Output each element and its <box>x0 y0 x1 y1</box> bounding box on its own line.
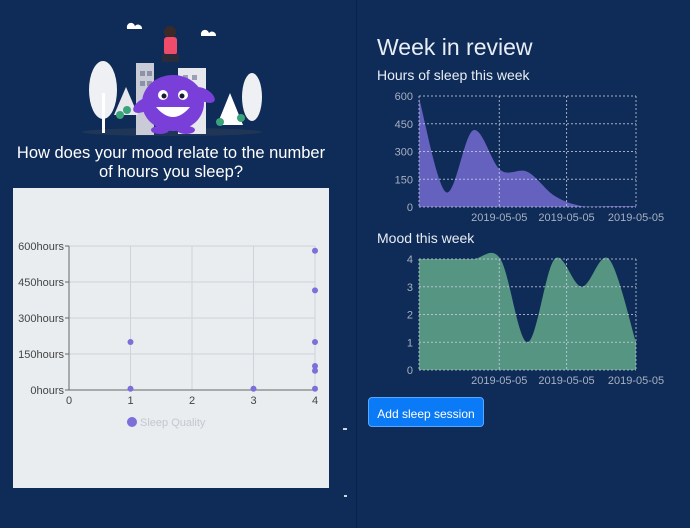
sleep-chart-x-tick-label: 2019-05-05 <box>471 212 527 224</box>
corner-mark <box>344 495 347 497</box>
mood-chart-y-tick-label: 2 <box>407 310 413 322</box>
scatter-x-tick-label: 1 <box>127 395 133 407</box>
hero-illustration <box>82 22 262 136</box>
mood-chart-x-tick-label: 2019-05-05 <box>608 375 664 387</box>
scatter-point <box>312 339 318 345</box>
mood-chart-y-tick-label: 1 <box>407 337 413 349</box>
sleep-chart-y-tick-label: 450 <box>395 119 413 131</box>
week-review-title: Week in review <box>377 34 533 60</box>
mood-chart-y-tick-label: 4 <box>407 254 413 266</box>
scatter-point <box>127 339 134 345</box>
mood-area-chart: 0 1 2 3 4 2019-05-05 2019-05-05 2019-05-05 <box>407 252 664 387</box>
scatter-y-tick-label: 150hours <box>18 349 64 361</box>
scatter-y-tick-label: 600hours <box>18 241 64 253</box>
scatter-x-tick-label: 2 <box>189 395 195 407</box>
scatter-x-tick-label: 3 <box>250 395 256 407</box>
left-panel: How does your mood relate to the number … <box>0 0 347 528</box>
scatter-point <box>312 367 318 374</box>
legend-label: Sleep Quality <box>140 417 206 429</box>
scatter-y-tick-label: 300hours <box>18 313 64 325</box>
sleep-chart-x-tick-label: 2019-05-05 <box>538 212 594 224</box>
scatter-point <box>312 247 318 254</box>
add-sleep-session-button[interactable]: Add sleep session <box>368 397 484 427</box>
scatter-y-tick-label: 450hours <box>18 277 64 289</box>
scatter-x-tick-label: 4 <box>312 395 318 407</box>
scatter-chart-panel: 0 1 2 3 4 0hours 150hours 300hours 450hours 600ho… <box>13 188 329 488</box>
scatter-x-tick-label: 0 <box>66 395 72 407</box>
sleep-chart-y-tick-label: 600 <box>395 91 413 103</box>
scatter-question: How does your mood relate to the number … <box>16 144 326 181</box>
legend-swatch <box>127 417 137 427</box>
mood-chart-x-tick-label: 2019-05-05 <box>538 375 594 387</box>
scatter-chart: 0 1 2 3 4 0hours 150hours 300hours 450hours 600ho… <box>18 241 318 429</box>
scatter-point <box>312 385 318 392</box>
scatter-y-tick-label: 0hours <box>30 385 64 397</box>
corner-mark <box>343 428 347 430</box>
scatter-point <box>127 385 134 392</box>
sleep-area-chart: 0 150 300 450 600 2019-05-05 2019-05-05 2019-05… <box>395 91 665 224</box>
sleep-chart-y-tick-label: 0 <box>407 202 413 214</box>
sleep-chart-area <box>419 97 636 207</box>
scatter-point <box>312 287 318 294</box>
mood-chart-y-tick-label: 3 <box>407 282 413 294</box>
sleep-chart-x-tick-label: 2019-05-05 <box>608 212 664 224</box>
mood-chart-title: Mood this week <box>377 230 475 246</box>
sleep-chart-title: Hours of sleep this week <box>377 67 530 83</box>
mood-chart-x-tick-label: 2019-05-05 <box>471 375 527 387</box>
mood-chart-y-tick-label: 0 <box>407 365 413 377</box>
right-panel: Week in review Hours of sleep this week … <box>357 0 690 528</box>
mood-chart-area <box>419 252 636 370</box>
sleep-chart-y-tick-label: 300 <box>395 147 413 159</box>
scatter-point <box>250 385 257 392</box>
sleep-chart-y-tick-label: 150 <box>395 174 413 186</box>
